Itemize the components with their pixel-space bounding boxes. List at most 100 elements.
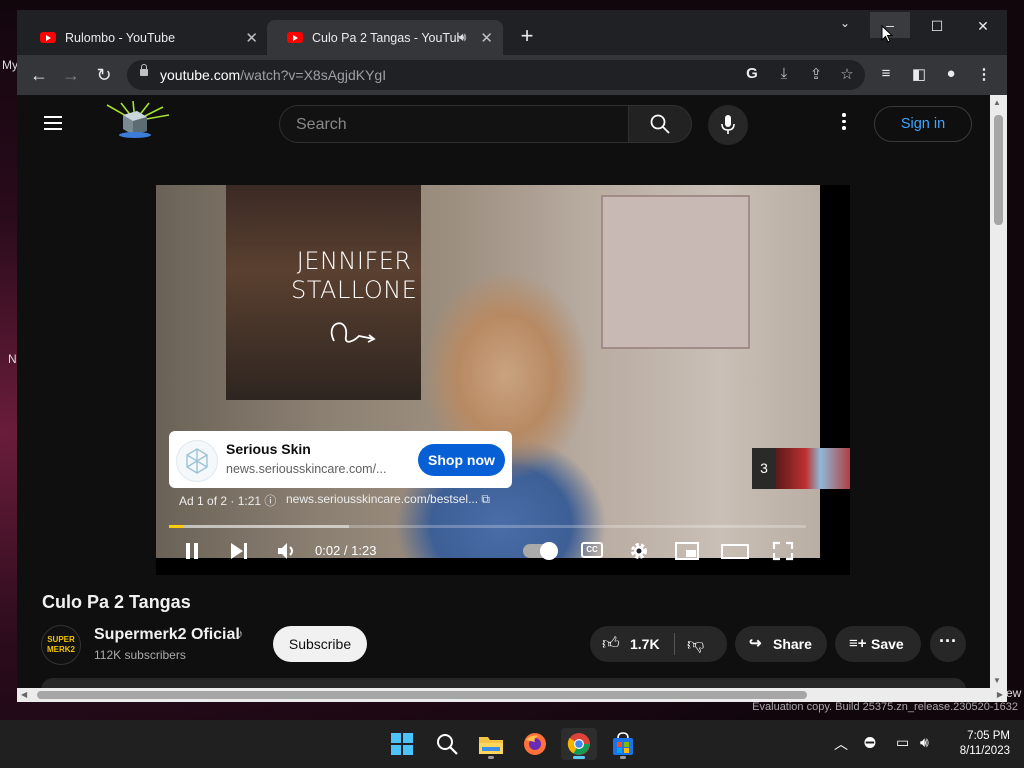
- ad-counter: Ad 1 of 2 · 1:21 ⓘ: [179, 494, 277, 508]
- bookmark-star-icon[interactable]: ☆: [836, 65, 858, 83]
- horizontal-scrollbar[interactable]: ◀ ▶: [17, 688, 1007, 702]
- side-panel-icon[interactable]: ◧: [908, 65, 930, 83]
- volume-button[interactable]: [270, 541, 302, 561]
- clock-time: 7:05 PM: [967, 730, 1010, 742]
- signature-icon: [331, 322, 376, 343]
- chrome-button[interactable]: [561, 728, 597, 760]
- url-text[interactable]: youtube.com/watch?v=X8sAgjdKYgI: [160, 67, 386, 83]
- share-button[interactable]: ↪ Share: [735, 626, 827, 662]
- theater-mode-button[interactable]: [719, 541, 751, 561]
- subscribe-button[interactable]: Subscribe: [273, 626, 367, 662]
- next-button[interactable]: [223, 541, 255, 561]
- like-count[interactable]: 1.7K: [630, 636, 660, 652]
- browser-window: Rulombo - YouTube ✕ Culo Pa 2 Tangas - Y…: [17, 10, 1007, 702]
- lock-icon[interactable]: [140, 64, 148, 76]
- scroll-up-arrow-icon[interactable]: ▲: [993, 98, 1001, 107]
- advertiser-url[interactable]: news.seriousskincare.com/...: [226, 462, 386, 476]
- chrome-menu-icon[interactable]: ⋮: [973, 65, 995, 83]
- scroll-right-arrow-icon[interactable]: ▶: [997, 690, 1003, 699]
- close-icon[interactable]: ✕: [245, 29, 258, 47]
- reload-button[interactable]: ↻: [92, 64, 116, 86]
- tab-search-chevron-icon[interactable]: ⌄: [825, 16, 865, 30]
- network-off-icon[interactable]: ⛔︎: [864, 734, 876, 751]
- forward-button[interactable]: →: [59, 64, 83, 86]
- share-icon[interactable]: ⇪: [805, 65, 827, 83]
- new-tab-button[interactable]: +: [515, 23, 539, 49]
- tab-title: Culo Pa 2 Tangas - YouTube: [312, 30, 459, 45]
- close-icon[interactable]: ✕: [480, 29, 493, 47]
- search-button[interactable]: [628, 105, 692, 143]
- profile-icon[interactable]: ●: [940, 65, 962, 82]
- subscriber-count: 112K subscribers: [94, 648, 186, 662]
- speaker-icon[interactable]: 🔊︎: [459, 30, 467, 45]
- youtube-logo-icon[interactable]: [97, 101, 173, 141]
- scroll-left-arrow-icon[interactable]: ◀: [21, 690, 27, 699]
- settings-menu-icon[interactable]: [841, 113, 847, 133]
- tab-strip: Rulombo - YouTube ✕ Culo Pa 2 Tangas - Y…: [17, 10, 1007, 55]
- settings-gear-icon[interactable]: [623, 540, 655, 562]
- maximize-button[interactable]: ☐: [917, 18, 957, 35]
- vertical-scrollbar[interactable]: ▲ ▼: [990, 95, 1007, 688]
- channel-avatar[interactable]: SUPER MERK2: [41, 625, 81, 665]
- store-button[interactable]: [605, 728, 641, 760]
- back-button[interactable]: ←: [27, 64, 51, 86]
- desktop-icon-label: My: [2, 58, 18, 72]
- thumbs-up-icon[interactable]: 👍︎: [602, 633, 620, 654]
- menu-icon[interactable]: [44, 116, 62, 130]
- folder-icon: [479, 737, 503, 754]
- ad-card[interactable]: Serious Skin news.seriousskincare.com/..…: [169, 431, 512, 488]
- shop-now-button[interactable]: Shop now: [418, 444, 505, 476]
- evaluation-watermark: Evaluation copy. Build 25375.zn_release.…: [752, 701, 1018, 713]
- share-arrow-icon: ↪: [749, 635, 762, 652]
- tab-title: Rulombo - YouTube: [65, 30, 176, 45]
- advertiser-name[interactable]: Serious Skin: [226, 441, 311, 457]
- search-icon: [437, 734, 458, 755]
- search-input[interactable]: Search: [279, 105, 629, 143]
- sign-in-button[interactable]: Sign in: [874, 106, 972, 142]
- miniplayer-button[interactable]: [671, 541, 703, 561]
- windows-logo-icon: [391, 733, 413, 755]
- close-window-button[interactable]: ✕: [963, 18, 1003, 35]
- autoplay-toggle[interactable]: [523, 542, 558, 560]
- captions-button[interactable]: CC: [581, 542, 603, 558]
- install-app-icon[interactable]: ⤓: [773, 65, 795, 82]
- save-button[interactable]: ≡+ Save: [835, 626, 921, 662]
- thumbs-down-icon[interactable]: 👎︎: [687, 634, 704, 655]
- address-bar[interactable]: youtube.com/watch?v=X8sAgjdKYgI G ⤓ ⇪ ☆: [127, 60, 865, 90]
- taskbar-search-button[interactable]: [429, 728, 465, 760]
- skip-ad-preview[interactable]: 3: [752, 448, 850, 489]
- volume-icon[interactable]: 🔊︎: [920, 734, 929, 751]
- store-icon: [613, 732, 633, 755]
- voice-search-button[interactable]: [708, 105, 748, 145]
- youtube-favicon-icon: [287, 32, 303, 43]
- chrome-icon: [567, 733, 590, 755]
- firefox-button[interactable]: [517, 728, 553, 760]
- progress-bar[interactable]: [169, 525, 806, 528]
- google-icon[interactable]: G: [741, 65, 763, 82]
- media-control-icon[interactable]: ≡: [875, 65, 897, 82]
- more-actions-button[interactable]: ···: [930, 626, 966, 662]
- pause-button[interactable]: [176, 541, 208, 561]
- start-button[interactable]: [384, 728, 420, 760]
- video-frame[interactable]: JENNIFER STALLONE Serious Skin news.seri…: [156, 185, 820, 561]
- scroll-down-arrow-icon[interactable]: ▼: [993, 676, 1001, 685]
- browser-toolbar: ← → ↻ youtube.com/watch?v=X8sAgjdKYgI G …: [17, 55, 1007, 95]
- search-icon: [650, 114, 670, 134]
- like-dislike-group: 👍︎ 1.7K 👎︎: [590, 626, 727, 662]
- file-explorer-button[interactable]: [473, 728, 509, 760]
- info-icon: ⓘ: [264, 494, 277, 508]
- fullscreen-button[interactable]: [767, 541, 799, 561]
- video-player[interactable]: JENNIFER STALLONE Serious Skin news.seri…: [156, 185, 850, 575]
- ad-destination-link[interactable]: news.seriousskincare.com/bestsel... ⧉: [286, 492, 490, 507]
- display-icon[interactable]: ▭: [896, 734, 909, 751]
- scrollbar-thumb[interactable]: [994, 115, 1003, 225]
- youtube-favicon-icon: [40, 32, 56, 43]
- skip-countdown: 3: [752, 448, 776, 489]
- channel-name[interactable]: Supermerk2 Oficial: [94, 626, 240, 644]
- system-clock[interactable]: 7:05 PM 8/11/2023: [950, 729, 1010, 759]
- scrollbar-thumb[interactable]: [37, 691, 807, 699]
- tab-rulombo[interactable]: Rulombo - YouTube ✕: [20, 20, 268, 55]
- show-hidden-icons-chevron-icon[interactable]: ︿: [834, 734, 848, 754]
- tab-culo-pa-2-tangas[interactable]: Culo Pa 2 Tangas - YouTube 🔊︎ ✕: [267, 20, 503, 55]
- description-box[interactable]: [41, 678, 966, 688]
